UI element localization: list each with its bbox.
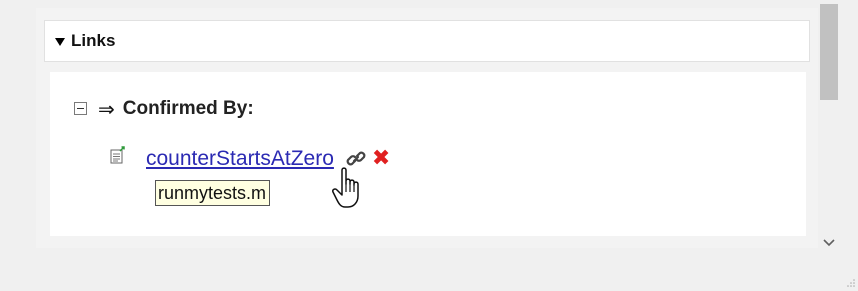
- test-document-icon: [110, 146, 125, 164]
- links-section-body: ⇒ Confirmed By: counterStartsAtZero ✖ ru…: [50, 72, 806, 236]
- hand-pointer-icon: [332, 167, 359, 208]
- test-link[interactable]: counterStartsAtZero: [146, 147, 334, 171]
- delete-link-icon[interactable]: ✖: [372, 148, 390, 170]
- scroll-down-icon[interactable]: [820, 234, 838, 252]
- section-title: Links: [71, 31, 116, 50]
- arrow-right-icon: ⇒: [98, 97, 115, 121]
- tooltip: runmytests.m: [155, 180, 271, 206]
- triangle-down-icon[interactable]: [55, 37, 65, 46]
- collapse-minus-icon[interactable]: [74, 101, 87, 115]
- links-panel: Links ⇒ Confirmed By: counterStartsAtZer…: [0, 0, 858, 291]
- scroll-thumb[interactable]: [820, 4, 838, 100]
- confirmed-by-group: ⇒ Confirmed By:: [74, 94, 254, 124]
- group-label: Confirmed By:: [122, 98, 254, 119]
- resize-grip-icon[interactable]: [846, 278, 856, 288]
- links-section-header[interactable]: Links: [44, 20, 810, 62]
